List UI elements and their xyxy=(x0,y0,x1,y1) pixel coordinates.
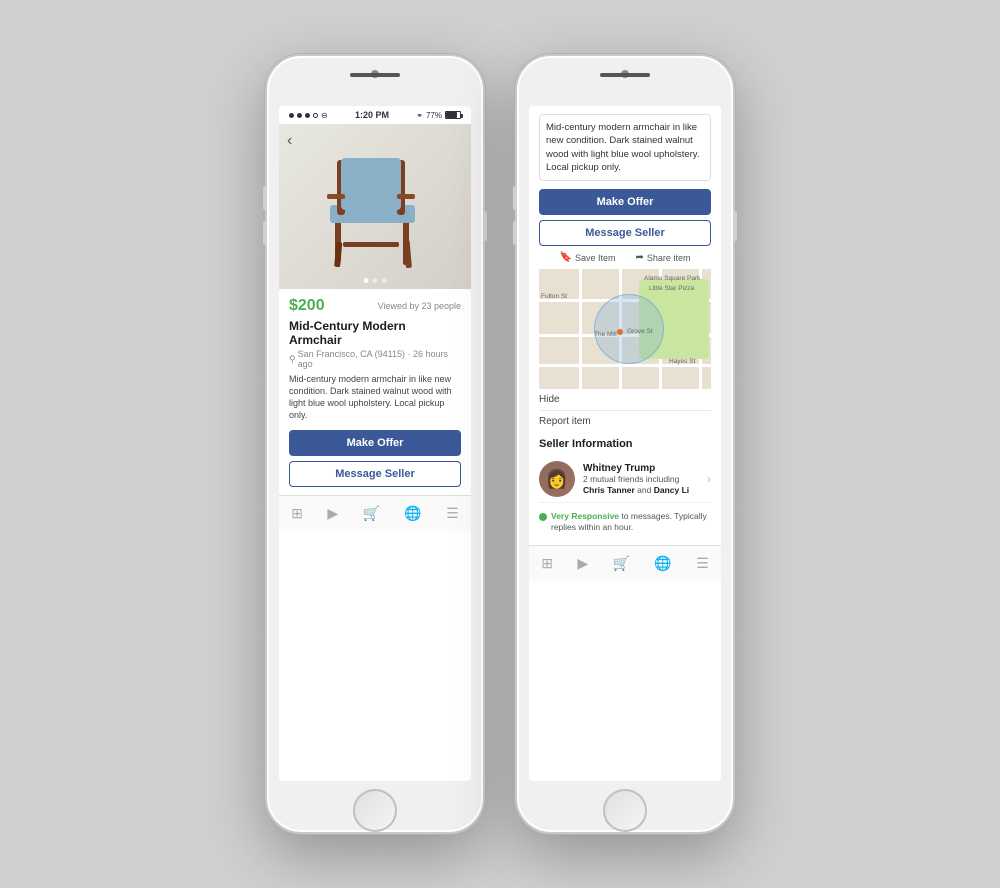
share-label: Share item xyxy=(647,253,691,263)
volume-down-button[interactable] xyxy=(263,221,267,245)
battery-fill xyxy=(446,112,457,118)
friend-1: Chris Tanner xyxy=(583,485,635,495)
location-pin-icon: ⚲ xyxy=(289,354,296,365)
map-street-broderick xyxy=(579,269,582,389)
save-share-row: 🔖 Save Item ➦ Share item xyxy=(539,252,711,263)
green-dot-icon xyxy=(539,513,547,521)
product-description: Mid-century modern armchair in like new … xyxy=(289,373,461,422)
home-button-1[interactable] xyxy=(353,789,397,832)
seller-chevron-icon: › xyxy=(707,472,711,486)
share-item-button[interactable]: ➦ Share item xyxy=(636,252,691,263)
product-info: $200 Viewed by 23 people Mid-Century Mod… xyxy=(279,289,471,495)
price-row: $200 Viewed by 23 people xyxy=(289,297,461,315)
responsive-text: Very Responsive to messages. Typically r… xyxy=(551,511,711,533)
status-left-1: ⊖ xyxy=(289,111,328,120)
nav-marketplace-icon[interactable]: 🛒 xyxy=(363,505,380,522)
signal-dot-3 xyxy=(305,113,310,118)
map-container: Fulton St Grove St Hayes St The Mill Ala… xyxy=(539,269,711,389)
product-image: ‹ xyxy=(279,124,471,289)
image-dots xyxy=(364,278,387,283)
volume-down-button-2[interactable] xyxy=(513,221,517,245)
nav-news-icon[interactable]: ⊞ xyxy=(291,505,303,522)
seller-info-title: Seller Information xyxy=(539,438,711,450)
responsive-row: Very Responsive to messages. Typically r… xyxy=(539,507,711,537)
signal-dot-1 xyxy=(289,113,294,118)
seller-row[interactable]: 👩 Whitney Trump 2 mutual friends includi… xyxy=(539,456,711,503)
map-label-alamo: Alamo Square Park xyxy=(644,275,700,282)
dot-3 xyxy=(382,278,387,283)
phone-1: ⊖ 1:20 PM ⚭ 77% ‹ xyxy=(265,54,485,834)
map-label-themill: The Mill xyxy=(594,331,617,338)
power-button-2[interactable] xyxy=(733,211,737,241)
nav-video-icon-2[interactable]: ▶ xyxy=(577,555,588,572)
home-button-2[interactable] xyxy=(603,789,647,832)
signal-dot-4 xyxy=(313,113,318,118)
make-offer-button-2[interactable]: Make Offer xyxy=(539,189,711,215)
power-button[interactable] xyxy=(483,211,487,241)
responsive-label: Very Responsive xyxy=(551,511,619,521)
product-description-box: Mid-century modern armchair in like new … xyxy=(539,114,711,181)
battery-percent: 77% xyxy=(426,111,442,120)
phones-container: ⊖ 1:20 PM ⚭ 77% ‹ xyxy=(265,54,735,834)
seller-avatar: 👩 xyxy=(539,461,575,497)
map-label-grove: Grove St xyxy=(627,328,653,335)
status-bar-1: ⊖ 1:20 PM ⚭ 77% xyxy=(279,106,471,124)
back-arrow-icon[interactable]: ‹ xyxy=(287,132,292,150)
nav-menu-icon[interactable]: ☰ xyxy=(446,505,459,522)
bottom-nav-1: ⊞ ▶ 🛒 🌐 ☰ xyxy=(279,495,471,531)
share-icon: ➦ xyxy=(636,252,644,263)
seller-avatar-face: 👩 xyxy=(546,469,568,490)
nav-menu-icon-2[interactable]: ☰ xyxy=(696,555,709,572)
seller-friends: 2 mutual friends including Chris Tanner … xyxy=(583,474,699,496)
phone-2: Mid-century modern armchair in like new … xyxy=(515,54,735,834)
bottom-nav-2: ⊞ ▶ 🛒 🌐 ☰ xyxy=(529,545,721,581)
volume-up-button-2[interactable] xyxy=(513,186,517,210)
chair-svg xyxy=(315,142,435,272)
make-offer-button[interactable]: Make Offer xyxy=(289,430,461,456)
message-seller-button-2[interactable]: Message Seller xyxy=(539,220,711,246)
seller-details: Whitney Trump 2 mutual friends including… xyxy=(583,463,699,496)
volume-up-button[interactable] xyxy=(263,186,267,210)
dot-2 xyxy=(373,278,378,283)
message-seller-button[interactable]: Message Seller xyxy=(289,461,461,487)
product-location: ⚲ San Francisco, CA (94115) · 26 hours a… xyxy=(289,349,461,369)
right-panel: Mid-century modern armchair in like new … xyxy=(529,106,721,545)
save-item-button[interactable]: 🔖 Save Item xyxy=(560,252,616,263)
nav-marketplace-icon-2[interactable]: 🛒 xyxy=(613,555,630,572)
save-label: Save Item xyxy=(575,253,616,263)
bookmark-icon: 🔖 xyxy=(560,252,572,263)
map-label-fulton: Fulton St xyxy=(541,293,567,300)
clock: 1:20 PM xyxy=(355,110,389,120)
chair-image xyxy=(279,124,471,289)
map-label-littlestar: Little Star Pizza xyxy=(649,285,694,292)
seller-name: Whitney Trump xyxy=(583,463,699,474)
map-grid: Fulton St Grove St Hayes St The Mill Ala… xyxy=(539,269,711,389)
report-item-button[interactable]: Report item xyxy=(539,411,711,432)
dot-1 xyxy=(364,278,369,283)
location-text: San Francisco, CA (94115) · 26 hours ago xyxy=(298,349,461,369)
battery-icon xyxy=(445,111,461,119)
product-price: $200 xyxy=(289,297,325,315)
nav-globe-icon-2[interactable]: 🌐 xyxy=(654,555,671,572)
wifi-icon: ⊖ xyxy=(321,111,328,120)
phone-2-screen: Mid-century modern armchair in like new … xyxy=(529,106,721,781)
nav-news-icon-2[interactable]: ⊞ xyxy=(541,555,553,572)
product-title: Mid-Century Modern Armchair xyxy=(289,319,461,347)
map-label-hayes: Hayes St xyxy=(669,358,695,365)
nav-globe-icon[interactable]: 🌐 xyxy=(404,505,421,522)
phone-1-screen: ⊖ 1:20 PM ⚭ 77% ‹ xyxy=(279,106,471,781)
nav-video-icon[interactable]: ▶ xyxy=(327,505,338,522)
status-right-1: ⚭ 77% xyxy=(416,111,461,120)
bluetooth-icon: ⚭ xyxy=(416,111,423,120)
friend-2: Dancy Li xyxy=(654,485,689,495)
signal-dot-2 xyxy=(297,113,302,118)
hide-button[interactable]: Hide xyxy=(539,389,711,411)
viewed-count: Viewed by 23 people xyxy=(378,301,461,311)
